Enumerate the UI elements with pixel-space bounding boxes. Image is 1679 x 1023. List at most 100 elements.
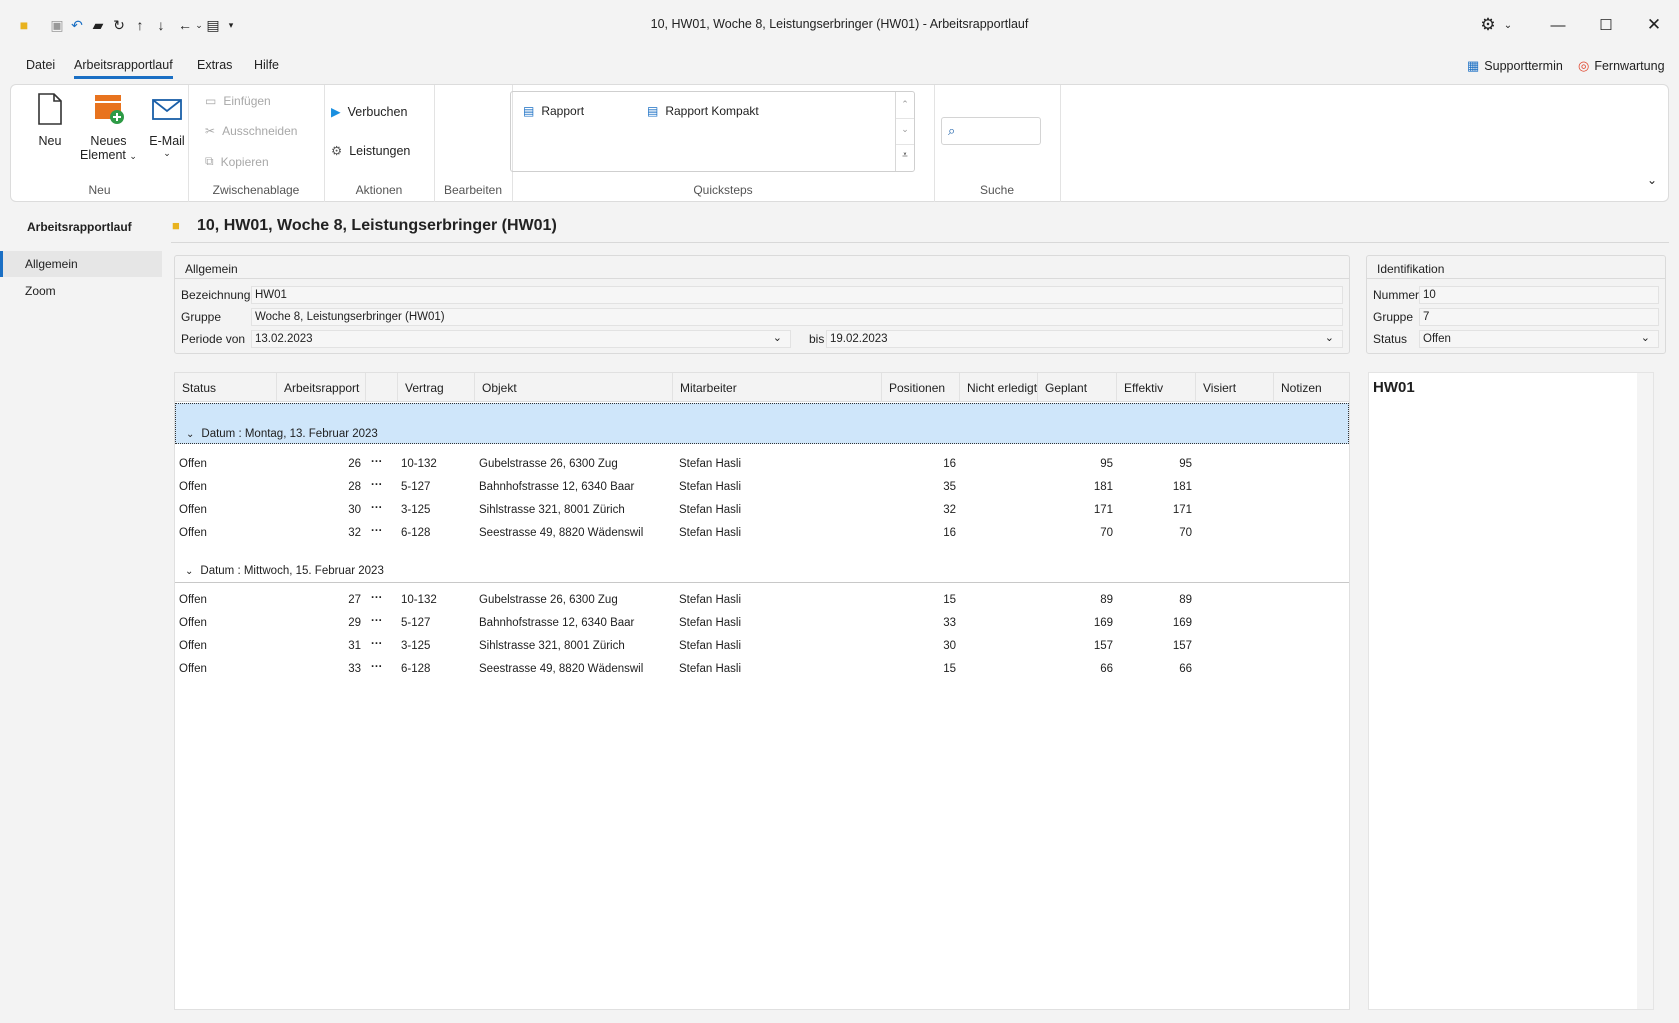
panel-title: Identifikation — [1377, 262, 1445, 276]
bezeichnung-label: Bezeichnung — [181, 288, 251, 302]
chevron-down-icon[interactable]: ⌄ — [896, 118, 914, 144]
gallery-scrollbar[interactable]: ⌃ ⌄ ⩡ — [895, 92, 914, 171]
chevron-down-icon[interactable]: ⌄ — [1325, 331, 1334, 344]
neues-element-button[interactable]: Neues Element ⌄ — [71, 93, 146, 162]
table-row[interactable]: Offen 27 ··· 10-132 Gubelstrasse 26, 6300 Zu… — [175, 589, 1349, 612]
table-row[interactable]: Offen 26 ··· 10-132 Gubelstrasse 26, 6300 Zu… — [175, 453, 1349, 476]
minimize-icon[interactable]: — — [1538, 10, 1578, 40]
cell-status: Offen — [179, 458, 207, 470]
search-input[interactable]: ⌕ — [941, 117, 1041, 145]
group-header-row[interactable]: ⌄ Datum : Montag, 13. Februar 2023 — [175, 403, 1349, 444]
col-more[interactable] — [366, 373, 398, 402]
more-button[interactable]: ··· — [371, 592, 395, 604]
tab-datei[interactable]: Datei — [26, 58, 55, 72]
more-button[interactable]: ··· — [371, 525, 395, 537]
einfuegen-button[interactable]: ▭ Einfügen — [205, 94, 271, 108]
cell-nr: 33 — [348, 663, 361, 675]
mail-icon — [152, 99, 182, 120]
chevron-up-icon[interactable]: ⌃ — [896, 92, 914, 118]
nummer-field[interactable]: 10 — [1419, 286, 1659, 304]
tab-arbeitsrapportlauf[interactable]: Arbeitsrapportlauf — [74, 58, 173, 79]
table-row[interactable]: Offen 32 ··· 6-128 Seestrasse 49, 8820 Wäden… — [175, 522, 1349, 545]
ribbon-collapse-icon[interactable]: ⌄ — [1647, 173, 1657, 187]
bis-field[interactable]: 19.02.2023 ⌄ — [826, 330, 1343, 348]
col-objekt[interactable]: Objekt — [475, 373, 673, 402]
col-visiert[interactable]: Visiert — [1196, 373, 1274, 402]
tab-hilfe[interactable]: Hilfe — [254, 58, 279, 72]
neu-button[interactable]: Neu — [25, 93, 75, 148]
preview-scrollbar[interactable] — [1637, 373, 1653, 1009]
more-button[interactable]: ··· — [371, 638, 395, 650]
close-icon[interactable]: ✕ — [1634, 10, 1674, 40]
table-row[interactable]: Offen 30 ··· 3-125 Sihlstrasse 321, 8001 Zür… — [175, 499, 1349, 522]
cell-mitarbeiter: Stefan Hasli — [679, 504, 742, 516]
leistungen-button[interactable]: ⚙ Leistungen — [331, 143, 410, 159]
identifikation-panel: Identifikation Nummer 10 Gruppe 7 Status… — [1366, 255, 1666, 354]
chevron-down-icon[interactable]: ⌄ — [186, 429, 194, 440]
more-button[interactable]: ··· — [371, 479, 395, 491]
sidebar-item-zoom[interactable]: Zoom — [0, 278, 162, 304]
gallery-expand-icon[interactable]: ⩡ — [896, 144, 914, 170]
quickstep-rapport[interactable]: ▤ Rapport — [523, 104, 584, 118]
copy-icon: ⧉ — [205, 154, 214, 168]
col-notizen[interactable]: Notizen — [1274, 373, 1349, 402]
cell-objekt: Bahnhofstrasse 12, 6340 Baar — [479, 481, 635, 493]
col-geplant[interactable]: Geplant — [1038, 373, 1117, 402]
chevron-down-icon[interactable]: ⌄ — [1641, 331, 1650, 344]
gruppe-field[interactable]: Woche 8, Leistungserbringer (HW01) — [251, 308, 1343, 326]
more-button[interactable]: ··· — [371, 456, 395, 468]
cell-status: Offen — [179, 640, 207, 652]
col-vertrag[interactable]: Vertrag — [398, 373, 475, 402]
cell-mitarbeiter: Stefan Hasli — [679, 594, 742, 606]
quicksteps-gallery: ▤ Rapport ▤ Rapport Kompakt ⌃ ⌄ ⩡ — [510, 91, 915, 172]
col-mitarbeiter[interactable]: Mitarbeiter — [673, 373, 882, 402]
col-status[interactable]: Status — [175, 373, 277, 402]
report-icon: ▤ — [647, 104, 659, 118]
table-row[interactable]: Offen 33 ··· 6-128 Seestrasse 49, 8820 Wäden… — [175, 658, 1349, 681]
col-positionen[interactable]: Positionen — [882, 373, 960, 402]
kopieren-button[interactable]: ⧉ Kopieren — [205, 154, 269, 169]
more-button[interactable]: ··· — [371, 661, 395, 673]
more-button[interactable]: ··· — [371, 502, 395, 514]
group-label-neu: Neu — [88, 183, 111, 197]
maximize-icon[interactable]: ☐ — [1586, 10, 1626, 40]
chevron-down-icon[interactable]: ⌄ — [773, 331, 782, 344]
fernwartung-link[interactable]: ◎ Fernwartung — [1578, 58, 1665, 74]
cell-vertrag: 6-128 — [401, 663, 431, 675]
divider — [175, 278, 1349, 279]
col-arbeitsrapport[interactable]: Arbeitsrapport — [277, 373, 366, 402]
cell-vertrag: 3-125 — [401, 504, 431, 516]
cell-objekt: Gubelstrasse 26, 6300 Zug — [479, 458, 618, 470]
col-nicht-erledigt[interactable]: Nicht erledigt — [960, 373, 1038, 402]
tab-extras[interactable]: Extras — [197, 58, 232, 72]
quickstep-rapport-kompakt[interactable]: ▤ Rapport Kompakt — [647, 104, 759, 118]
cell-effektiv: 171 — [1172, 504, 1192, 516]
ausschneiden-button[interactable]: ✂ Ausschneiden — [205, 124, 297, 138]
cell-mitarbeiter: Stefan Hasli — [679, 481, 742, 493]
chevron-down-icon: ⌄ — [129, 151, 137, 161]
cell-vertrag: 3-125 — [401, 640, 431, 652]
cell-vertrag: 10-132 — [401, 458, 437, 470]
verbuchen-button[interactable]: ▶ Verbuchen — [331, 104, 407, 120]
periode-von-field[interactable]: 13.02.2023 ⌄ — [251, 330, 791, 348]
cell-mitarbeiter: Stefan Hasli — [679, 663, 742, 675]
folder-icon: ■ — [172, 218, 180, 233]
id-gruppe-field[interactable]: 7 — [1419, 308, 1659, 326]
more-button[interactable]: ··· — [371, 615, 395, 627]
supporttermin-link[interactable]: ▦ Supporttermin — [1467, 58, 1563, 74]
table-row[interactable]: Offen 28 ··· 5-127 Bahnhofstrasse 12, 6340 B… — [175, 476, 1349, 499]
col-effektiv[interactable]: Effektiv — [1117, 373, 1196, 402]
chevron-down-icon[interactable]: ⌄ — [185, 566, 193, 577]
search-icon: ⌕ — [948, 123, 956, 138]
table-row[interactable]: Offen 31 ··· 3-125 Sihlstrasse 321, 8001 Zür… — [175, 635, 1349, 658]
panel-title: Allgemein — [185, 262, 238, 276]
table-row[interactable]: Offen 29 ··· 5-127 Bahnhofstrasse 12, 6340 B… — [175, 612, 1349, 635]
group-header-row[interactable]: ⌄ Datum : Mittwoch, 15. Februar 2023 — [185, 565, 384, 577]
theme-dropdown-icon[interactable]: ⌄ — [1488, 10, 1528, 40]
new-document-icon — [38, 93, 62, 125]
bezeichnung-field[interactable]: HW01 — [251, 286, 1343, 304]
cell-status: Offen — [179, 504, 207, 516]
sidebar-item-allgemein[interactable]: Allgemein — [0, 251, 162, 277]
cell-nr: 28 — [348, 481, 361, 493]
status-field[interactable]: Offen ⌄ — [1419, 330, 1659, 348]
